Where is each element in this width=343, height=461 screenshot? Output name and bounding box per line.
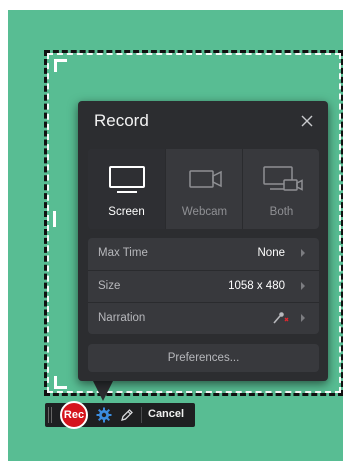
resize-handle-top-left[interactable] (54, 59, 67, 72)
microphone-muted-icon (273, 312, 289, 324)
chevron-right-icon (301, 249, 305, 257)
record-panel: Record Screen Webcam Both Max Time None … (78, 101, 328, 381)
preferences-button[interactable]: Preferences... (88, 344, 319, 372)
cancel-button[interactable]: Cancel (148, 408, 184, 420)
monitor-icon (108, 166, 145, 193)
drag-grip-icon[interactable] (48, 407, 54, 423)
chevron-right-icon (301, 314, 305, 322)
close-icon[interactable] (297, 111, 317, 131)
gear-icon[interactable] (96, 407, 112, 423)
pencil-icon[interactable] (119, 407, 133, 423)
setting-value: 1058 x 480 (228, 280, 285, 292)
setting-row-narration[interactable]: Narration (88, 302, 319, 335)
rec-label: Rec (63, 409, 85, 421)
source-both-button[interactable]: Both (242, 149, 319, 229)
toolbar-divider (141, 407, 142, 423)
setting-label: Size (98, 280, 121, 292)
source-both-label: Both (269, 206, 294, 218)
resize-handle-left[interactable] (53, 211, 56, 227)
setting-row-max-time[interactable]: Max Time None (88, 238, 319, 270)
setting-label: Narration (98, 312, 146, 324)
panel-title: Record (94, 111, 149, 130)
source-selector: Screen Webcam Both (88, 149, 319, 229)
webcam-icon (188, 170, 222, 188)
source-webcam-label: Webcam (181, 206, 228, 218)
source-screen-button[interactable]: Screen (88, 149, 165, 229)
recorder-toolbar: Rec Cancel (45, 401, 195, 429)
resize-handle-bottom-left[interactable] (54, 376, 67, 389)
source-webcam-button[interactable]: Webcam (165, 149, 243, 229)
chevron-right-icon (301, 282, 305, 290)
rec-button[interactable]: Rec (60, 401, 88, 429)
setting-label: Max Time (98, 247, 148, 259)
preferences-label: Preferences... (167, 352, 240, 364)
panel-pointer (93, 381, 113, 401)
source-screen-label: Screen (108, 206, 145, 218)
settings-list: Max Time None Size 1058 x 480 Narration (88, 238, 319, 334)
screen-and-webcam-icon (262, 166, 303, 191)
setting-value: None (257, 247, 286, 259)
setting-row-size[interactable]: Size 1058 x 480 (88, 270, 319, 303)
